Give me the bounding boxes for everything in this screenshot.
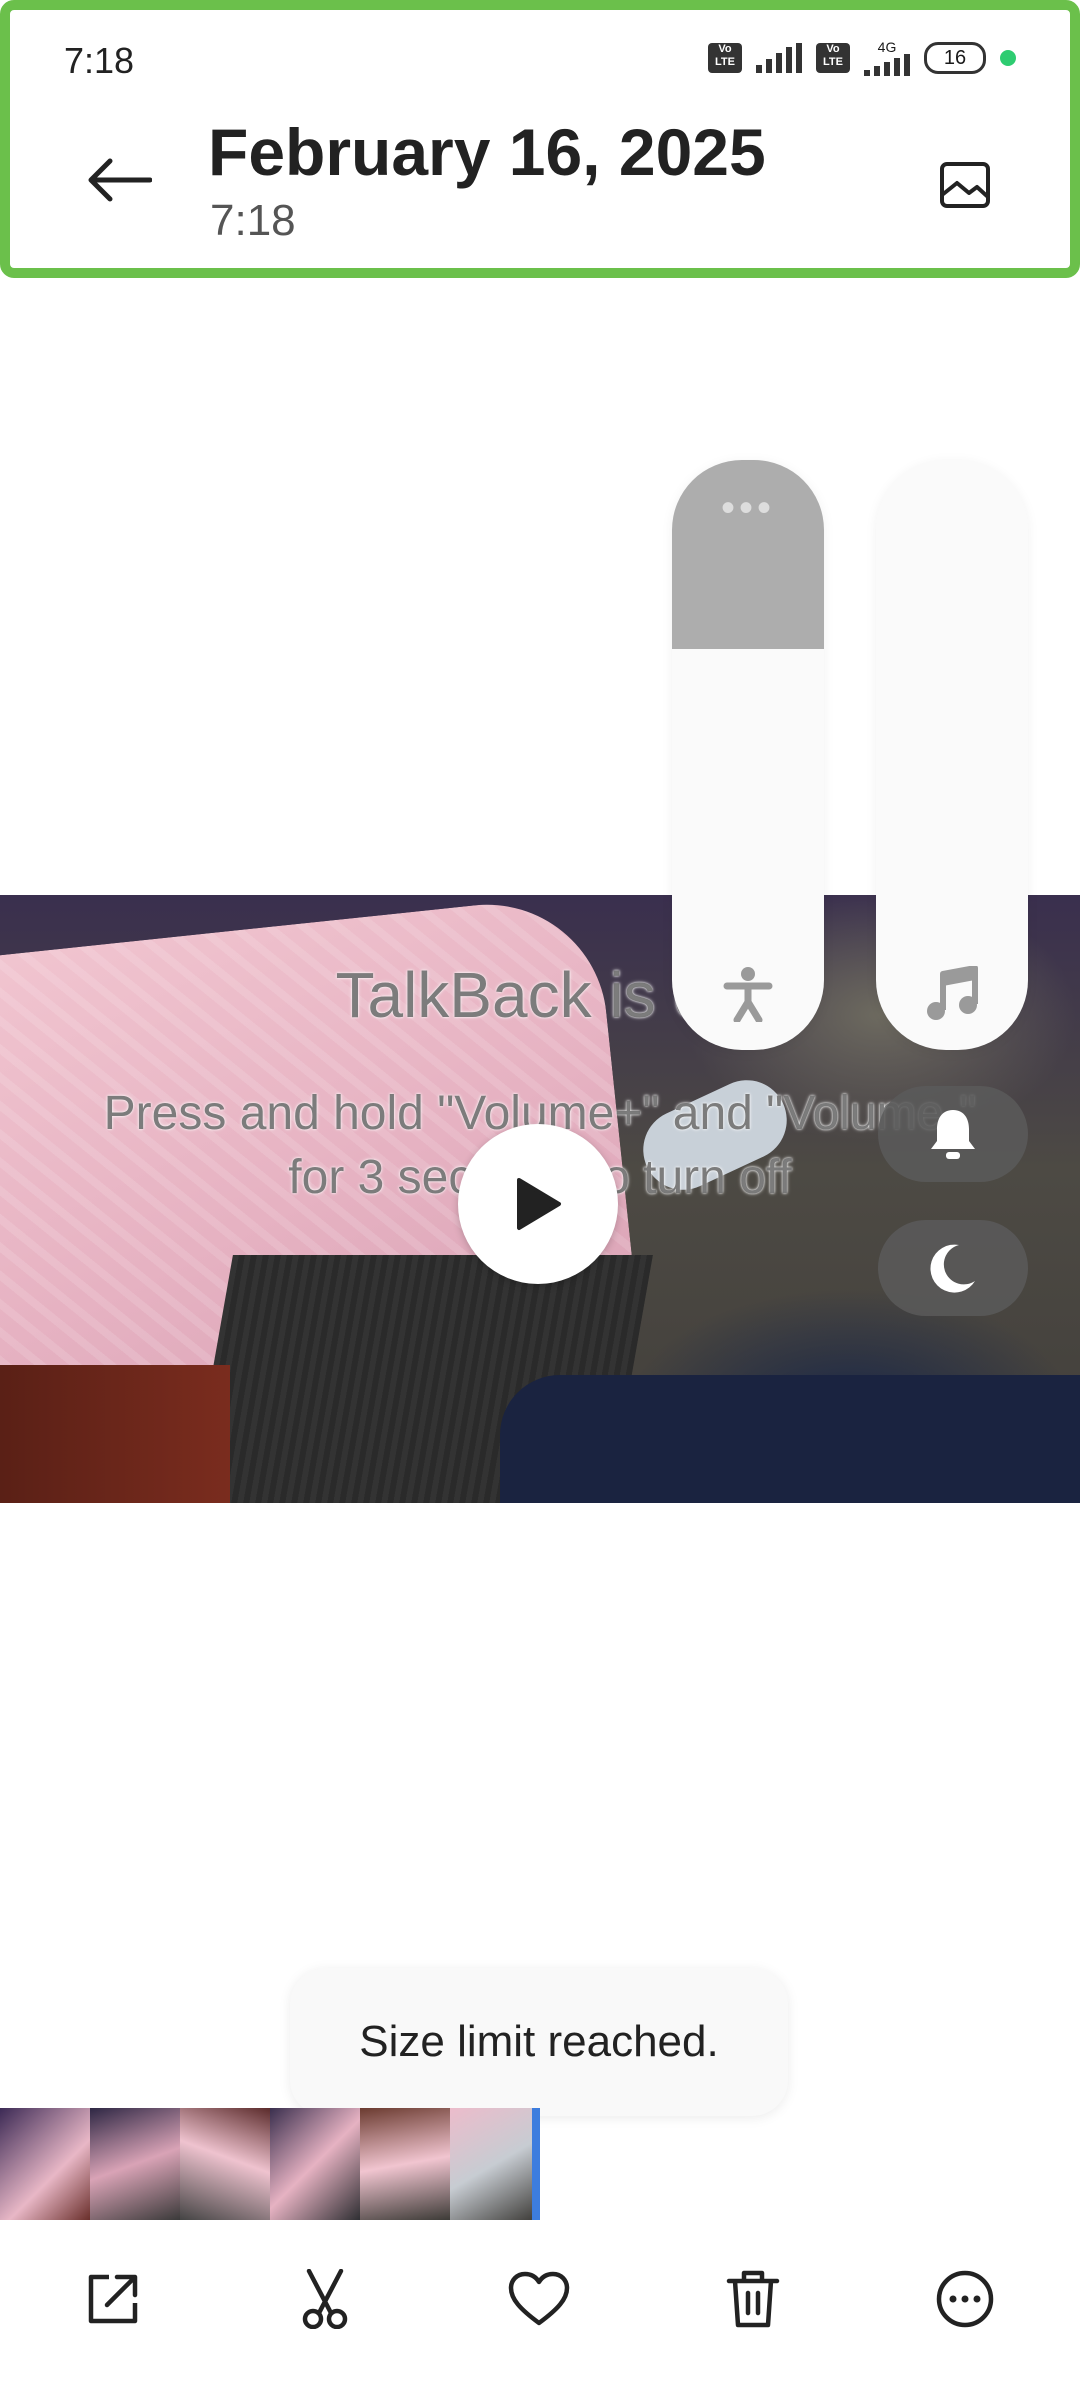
filmstrip-end-marker[interactable] — [532, 2108, 540, 2220]
more-circle-icon — [936, 2270, 994, 2328]
status-icons: Vo LTE Vo LTE 4G 16 — [708, 40, 1016, 76]
delete-button[interactable] — [698, 2244, 808, 2354]
filmstrip-frame — [180, 2108, 270, 2220]
share-button[interactable] — [58, 2244, 168, 2354]
filmstrip-frame — [0, 2108, 90, 2220]
network-label: 4G — [877, 39, 897, 55]
filmstrip-frame — [450, 2108, 540, 2220]
gallery-button[interactable] — [932, 152, 998, 218]
filmstrip-frame — [90, 2108, 180, 2220]
arrow-left-icon — [88, 158, 152, 202]
video-filmstrip[interactable] — [0, 2108, 540, 2220]
battery-icon: 16 — [924, 42, 986, 74]
trim-button[interactable] — [270, 2244, 380, 2354]
status-time: 7:18 — [64, 40, 135, 81]
moon-icon — [930, 1244, 975, 1293]
volte-icon: Vo LTE — [816, 43, 850, 73]
ring-mode-button[interactable] — [878, 1086, 1028, 1182]
play-button[interactable] — [458, 1124, 618, 1284]
image-icon — [940, 162, 990, 208]
video-content-carpet — [500, 1375, 1080, 1503]
page-subtitle: 7:18 — [210, 196, 296, 245]
do-not-disturb-button[interactable] — [878, 1220, 1028, 1316]
bell-icon — [931, 1110, 975, 1159]
accessibility-icon — [672, 966, 824, 1022]
volte-icon: Vo LTE — [708, 43, 742, 73]
favorite-button[interactable] — [484, 2244, 594, 2354]
bottom-toolbar — [0, 2222, 1080, 2400]
signal-4g-icon: 4G — [864, 40, 910, 76]
scissors-icon — [302, 2269, 348, 2329]
back-button[interactable] — [78, 138, 162, 222]
signal-icon — [756, 43, 802, 73]
play-icon — [517, 1178, 561, 1230]
heart-icon — [508, 2271, 570, 2326]
trash-icon — [726, 2270, 780, 2328]
privacy-dot-icon — [1000, 50, 1016, 66]
video-content-wood — [0, 1365, 230, 1503]
accessibility-volume-slider[interactable]: ••• — [672, 460, 824, 1050]
music-note-icon — [876, 966, 1028, 1022]
toast-message: Size limit reached. — [290, 1968, 788, 2116]
more-dots-icon[interactable]: ••• — [672, 488, 824, 528]
page-title: February 16, 2025 — [208, 115, 766, 189]
header-focus-region: 7:18 Vo LTE Vo LTE 4G 16 February 16, 20… — [0, 0, 1080, 278]
filmstrip-frame — [360, 2108, 450, 2220]
more-button[interactable] — [910, 2244, 1020, 2354]
media-volume-slider[interactable] — [876, 460, 1028, 1050]
filmstrip-frame — [270, 2108, 360, 2220]
share-icon — [88, 2274, 138, 2324]
